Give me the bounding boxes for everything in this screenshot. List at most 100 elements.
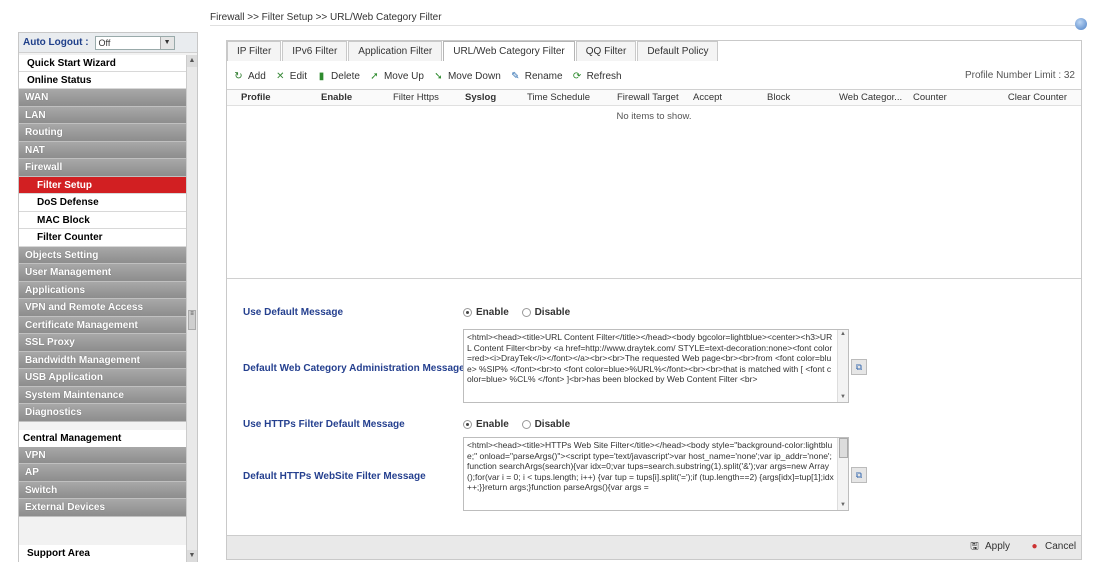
sidebar-item-usb-application[interactable]: USB Application bbox=[19, 369, 187, 387]
use-https-default-message-disable-radio[interactable]: Disable bbox=[521, 419, 570, 430]
column-header[interactable]: Accept bbox=[689, 90, 763, 105]
sidebar-item-objects-setting[interactable]: Objects Setting bbox=[19, 246, 187, 264]
auto-logout-row: Auto Logout : Off ▼ bbox=[19, 33, 197, 53]
rename-button[interactable]: ✎ Rename bbox=[510, 71, 563, 82]
sidebar-item-mac-block[interactable]: MAC Block bbox=[19, 211, 187, 229]
radio-checked-icon bbox=[463, 308, 472, 317]
radio-unchecked-icon bbox=[521, 420, 531, 429]
radio-checked-icon bbox=[463, 420, 472, 429]
scroll-down-icon[interactable]: ▼ bbox=[187, 550, 197, 562]
arrow-down-icon: ➘ bbox=[434, 70, 443, 82]
https-message-row: Default HTTPs WebSite Filter Message <ht… bbox=[227, 437, 1081, 515]
scroll-up-icon[interactable]: ▲ bbox=[187, 55, 197, 67]
move-up-button[interactable]: ➚ Move Up bbox=[369, 71, 424, 82]
column-header[interactable]: Enable bbox=[317, 90, 389, 105]
sidebar: Auto Logout : Off ▼ Quick Start Wizard On… bbox=[18, 32, 198, 562]
column-header bbox=[227, 90, 237, 105]
sidebar-item-diagnostics[interactable]: Diagnostics bbox=[19, 404, 187, 422]
sidebar-item-quick-start-wizard[interactable]: Quick Start Wizard bbox=[19, 55, 187, 72]
column-header[interactable]: Firewall Target bbox=[613, 90, 689, 105]
web-category-message-textarea[interactable]: <html><head><title>URL Content Filter</t… bbox=[463, 329, 849, 403]
table-header: Profile Enable Filter Https Syslog Time Sche… bbox=[227, 90, 1081, 106]
tab-application-filter[interactable]: Application Filter bbox=[348, 41, 443, 61]
tab-default-policy[interactable]: Default Policy bbox=[637, 41, 719, 61]
web-category-default-button[interactable]: ⧉ bbox=[851, 359, 867, 375]
column-header[interactable]: Block bbox=[763, 90, 835, 105]
tab-ip-filter[interactable]: IP Filter bbox=[227, 41, 282, 61]
sidebar-item-applications[interactable]: Applications bbox=[19, 281, 187, 299]
support-area[interactable]: Support Area bbox=[19, 545, 187, 562]
use-https-default-message-enable-radio[interactable]: Enable bbox=[463, 419, 509, 430]
tab-ipv6-filter[interactable]: IPv6 Filter bbox=[282, 41, 348, 61]
sidebar-item-vpn[interactable]: VPN bbox=[19, 446, 187, 464]
radio-unchecked-icon bbox=[521, 308, 531, 317]
sidebar-item-online-status[interactable]: Online Status bbox=[19, 72, 187, 89]
arrow-up-icon: ➚ bbox=[370, 70, 379, 82]
content-panel: IP Filter IPv6 Filter Application Filter UR… bbox=[226, 40, 1082, 560]
sidebar-item-external-devices[interactable]: External Devices bbox=[19, 499, 187, 517]
sidebar-item-system-maintenance[interactable]: System Maintenance bbox=[19, 386, 187, 404]
edit-icon: ✕ bbox=[276, 70, 285, 82]
sidebar-item-nat[interactable]: NAT bbox=[19, 141, 187, 159]
https-message-textarea[interactable]: <html><head><title>HTTPs Web Site Filter… bbox=[463, 437, 849, 511]
use-default-message-disable-radio[interactable]: Disable bbox=[521, 307, 570, 318]
footer-bar: 🖫 Apply ● Cancel bbox=[227, 535, 1081, 559]
column-header[interactable]: Profile bbox=[237, 90, 317, 105]
copy-icon: ⧉ bbox=[855, 470, 863, 480]
column-header[interactable]: Web Categor... bbox=[835, 90, 909, 105]
main-menu: Quick Start Wizard Online Status WAN LAN Rou… bbox=[19, 55, 187, 517]
tab-url-web-category-filter[interactable]: URL/Web Category Filter bbox=[443, 41, 575, 61]
sidebar-item-filter-counter[interactable]: Filter Counter bbox=[19, 229, 187, 247]
column-header[interactable]: Filter Https bbox=[389, 90, 461, 105]
profile-number-limit: Profile Number Limit : 32 bbox=[964, 70, 1075, 81]
copy-icon: ⧉ bbox=[855, 362, 863, 372]
scroll-down-icon[interactable]: ▼ bbox=[838, 501, 848, 510]
textarea-scrollbar[interactable]: ▲ ▼ bbox=[837, 330, 848, 402]
scroll-thumb[interactable] bbox=[838, 438, 848, 458]
profile-table: Profile Enable Filter Https Syslog Time Sche… bbox=[227, 89, 1081, 279]
sidebar-item-certificate-management[interactable]: Certificate Management bbox=[19, 316, 187, 334]
move-down-button[interactable]: ➘ Move Down bbox=[433, 71, 501, 82]
delete-button[interactable]: ▮ Delete bbox=[316, 71, 360, 82]
sidebar-item-switch[interactable]: Switch bbox=[19, 481, 187, 499]
column-header[interactable]: Counter bbox=[909, 90, 983, 105]
sidebar-item-vpn-and-remote-access[interactable]: VPN and Remote Access bbox=[19, 299, 187, 317]
https-message-label: Default HTTPs WebSite Filter Message bbox=[243, 471, 426, 482]
add-button[interactable]: ↻ Add bbox=[233, 71, 266, 82]
save-icon: 🖫 bbox=[970, 541, 979, 552]
https-default-button[interactable]: ⧉ bbox=[851, 467, 867, 483]
sidebar-scrollbar[interactable]: ▲ ≡ ▼ bbox=[186, 55, 197, 562]
sidebar-item-routing[interactable]: Routing bbox=[19, 124, 187, 142]
scroll-thumb[interactable]: ≡ bbox=[188, 310, 196, 330]
sidebar-item-firewall[interactable]: Firewall bbox=[19, 159, 187, 177]
delete-icon: ▮ bbox=[318, 70, 325, 82]
web-category-message-row: Default Web Category Administration Mess… bbox=[227, 329, 1081, 407]
sidebar-item-ssl-proxy[interactable]: SSL Proxy bbox=[19, 334, 187, 352]
refresh-button[interactable]: ⟳ Refresh bbox=[572, 71, 622, 82]
cancel-button[interactable]: ● Cancel bbox=[1029, 541, 1076, 552]
help-icon[interactable] bbox=[1075, 18, 1087, 30]
edit-button[interactable]: ✕ Edit bbox=[275, 71, 307, 82]
sidebar-item-user-management[interactable]: User Management bbox=[19, 264, 187, 282]
sidebar-item-ap[interactable]: AP bbox=[19, 464, 187, 482]
textarea-scrollbar[interactable]: ▼ bbox=[837, 438, 848, 510]
auto-logout-select[interactable]: Off ▼ bbox=[94, 35, 175, 50]
column-header[interactable]: Syslog bbox=[461, 90, 523, 105]
sidebar-item-filter-setup[interactable]: Filter Setup bbox=[19, 176, 187, 194]
use-https-default-message-label: Use HTTPs Filter Default Message bbox=[243, 419, 405, 430]
sidebar-item-bandwidth-management[interactable]: Bandwidth Management bbox=[19, 351, 187, 369]
auto-logout-label: Auto Logout : bbox=[23, 37, 89, 48]
sidebar-item-dos-defense[interactable]: DoS Defense bbox=[19, 194, 187, 212]
use-default-message-enable-radio[interactable]: Enable bbox=[463, 307, 509, 318]
column-header[interactable]: Clear Counter bbox=[983, 90, 1073, 105]
tab-qq-filter[interactable]: QQ Filter bbox=[575, 41, 637, 61]
column-header[interactable]: Time Schedule bbox=[523, 90, 613, 105]
table-empty-message: No items to show. bbox=[616, 111, 692, 122]
scroll-down-icon[interactable]: ▼ bbox=[838, 393, 848, 402]
sidebar-item-wan[interactable]: WAN bbox=[19, 89, 187, 107]
sidebar-item-central-management[interactable]: Central Management bbox=[19, 429, 187, 447]
use-https-default-message-row: Use HTTPs Filter Default Message Enable … bbox=[227, 417, 1081, 433]
sidebar-item-lan[interactable]: LAN bbox=[19, 106, 187, 124]
apply-button[interactable]: 🖫 Apply bbox=[969, 541, 1010, 552]
scroll-up-icon[interactable]: ▲ bbox=[838, 330, 848, 339]
